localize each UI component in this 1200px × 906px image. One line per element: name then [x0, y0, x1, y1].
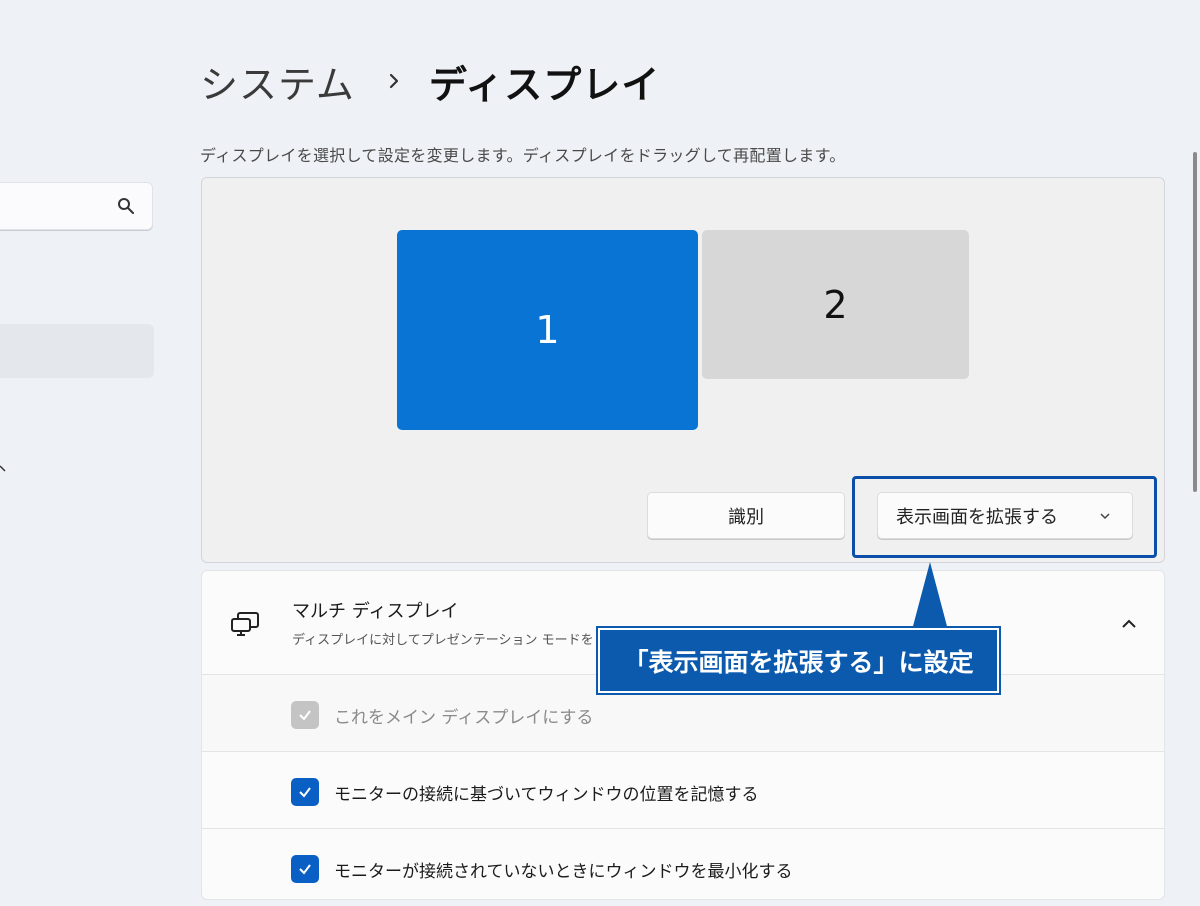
breadcrumb-system[interactable]: システム: [200, 54, 355, 109]
main-display-label: これをメイン ディスプレイにする: [334, 708, 594, 728]
multi-display-title: マルチ ディスプレイ: [292, 601, 459, 622]
page-title: ディスプレイ: [428, 62, 661, 107]
checkmark-icon: [299, 864, 311, 875]
annotation-callout: 「表示画面を拡張する」に設定: [596, 626, 1001, 695]
callout-pointer: [912, 562, 948, 630]
remember-position-label[interactable]: モニターの接続に基づいてウィンドウの位置を記憶する: [334, 780, 759, 805]
chevron-right-icon: [389, 73, 398, 89]
sidebar-item-system[interactable]: [0, 324, 154, 378]
option-row-minimize-windows: モニターが接続されていないときにウィンドウを最小化する: [202, 829, 1164, 906]
checkmark-icon: [299, 787, 311, 798]
chevron-up-icon[interactable]: [1120, 615, 1138, 633]
page-description: ディスプレイを選択して設定を変更します。ディスプレイをドラッグして再配置します。: [200, 146, 846, 165]
display-2-tile[interactable]: 2: [702, 230, 969, 379]
option-row-remember-position: モニターの接続に基づいてウィンドウの位置を記憶する: [202, 752, 1164, 829]
search-input[interactable]: [0, 182, 153, 230]
checkmark-icon: [299, 710, 311, 721]
search-icon: [118, 198, 134, 214]
display-1-tile[interactable]: 1: [397, 230, 698, 430]
scrollbar-thumb[interactable]: [1193, 152, 1197, 492]
remember-position-checkbox[interactable]: [291, 778, 319, 806]
chevron-right-icon: [0, 465, 6, 472]
main-display-checkbox: [291, 701, 319, 729]
identify-button[interactable]: 識別: [647, 492, 845, 539]
multi-display-card: マルチ ディスプレイ ディスプレイに対してプレゼンテーション モードを これをメ…: [201, 570, 1165, 900]
multi-monitor-icon: [231, 612, 259, 636]
minimize-windows-label[interactable]: モニターが接続されていないときにウィンドウを最小化する: [334, 857, 793, 882]
display-2-label: 2: [823, 282, 848, 327]
multi-display-subtitle: ディスプレイに対してプレゼンテーション モードを: [292, 633, 594, 648]
minimize-windows-checkbox[interactable]: [291, 855, 319, 883]
breadcrumb: システム ディスプレイ: [200, 54, 661, 109]
dropdown-highlight-frame: [852, 476, 1157, 558]
display-1-label: 1: [535, 308, 560, 352]
